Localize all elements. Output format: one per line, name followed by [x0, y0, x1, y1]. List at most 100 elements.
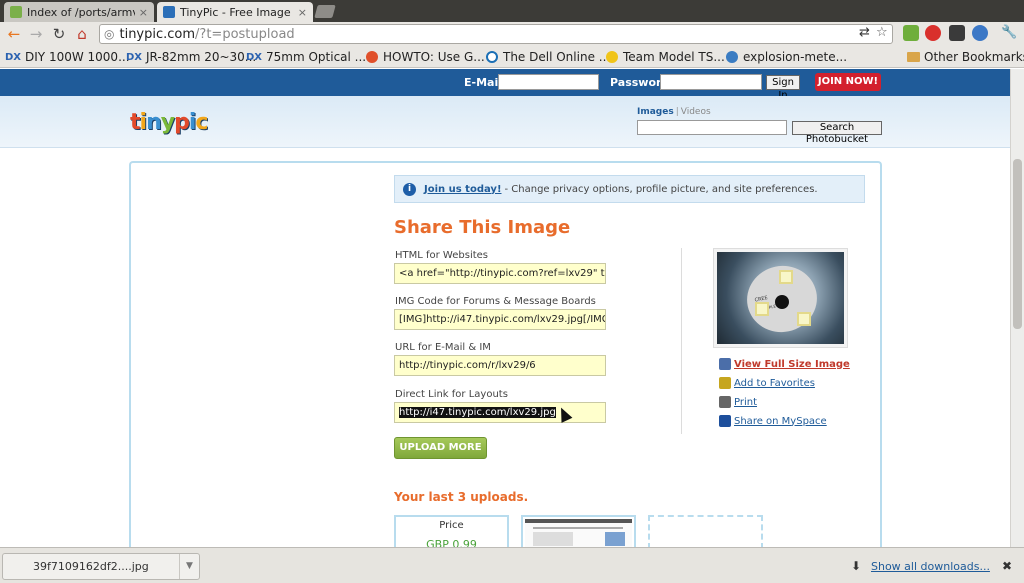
info-icon: i: [403, 182, 416, 196]
home-icon[interactable]: ⌂: [74, 26, 90, 42]
direct-link-label: Direct Link for Layouts: [395, 389, 508, 400]
vertical-divider: [681, 248, 682, 434]
tinypic-logo[interactable]: tinypic: [130, 110, 208, 135]
bookmark-label: The Dell Online ...: [503, 50, 611, 64]
email-field[interactable]: [498, 74, 599, 90]
printer-icon: [719, 396, 731, 408]
close-icon[interactable]: ✖: [1002, 559, 1012, 573]
view-full-size-link[interactable]: View Full Size Image: [734, 359, 850, 370]
html-code-field[interactable]: <a href="http://tinypic.com?ref=lxv29" t…: [394, 263, 606, 284]
direct-link-field[interactable]: http://i47.tinypic.com/lxv29.jpg: [394, 402, 606, 423]
upload-card[interactable]: Price GBP 0.99: [394, 515, 509, 551]
center-hole: [775, 295, 789, 309]
forward-arrow-icon[interactable]: →: [28, 26, 44, 42]
bookmark-label: explosion-mete...: [743, 50, 848, 64]
reload-icon[interactable]: ↻: [51, 26, 67, 42]
bookmark-item[interactable]: HOWTO: Use G...: [366, 50, 485, 64]
myspace-action[interactable]: Share on MySpace: [719, 415, 827, 427]
dell-icon: [486, 51, 498, 63]
upload-more-button[interactable]: UPLOAD MORE: [394, 437, 487, 459]
download-bar: 39f7109162df2....jpg ▼ ⬇ Show all downlo…: [0, 547, 1024, 583]
add-favorites-link[interactable]: Add to Favorites: [734, 378, 815, 389]
logo-text: tinypic: [130, 110, 208, 135]
new-tab-button[interactable]: [314, 5, 336, 18]
join-now-button[interactable]: JOIN NOW!: [815, 73, 881, 91]
other-bookmarks[interactable]: Other Bookmarks: [907, 50, 1024, 64]
extension-globe-icon[interactable]: [972, 25, 988, 41]
monitor-icon: [719, 358, 731, 370]
wrench-icon[interactable]: 🔧: [1001, 25, 1017, 40]
back-arrow-icon[interactable]: ←: [6, 26, 22, 42]
bookmark-item[interactable]: Team Model TS...: [606, 50, 725, 64]
url-host: tinypic.com: [119, 26, 196, 42]
bookmark-label: DIY 100W 1000...: [25, 50, 130, 64]
print-link[interactable]: Print: [734, 397, 757, 408]
tinypic-icon: [163, 6, 175, 18]
selected-text: http://i47.tinypic.com/lxv29.jpg: [399, 407, 556, 418]
star-icon: [719, 377, 731, 389]
folder-icon: [907, 52, 920, 62]
print-action[interactable]: Print: [719, 396, 757, 408]
view-full-size-action[interactable]: View Full Size Image: [719, 358, 850, 370]
tab-index-ports[interactable]: Index of /ports/armv7hl/d ×: [4, 2, 154, 22]
search-input[interactable]: [637, 120, 787, 135]
lightbulb-icon: [606, 51, 618, 63]
led-photo: CREE TRIPLE-LED: [717, 252, 844, 344]
bookmark-label: HOWTO: Use G...: [383, 50, 485, 64]
extension-dark-icon[interactable]: [949, 25, 965, 41]
dx-icon: DX: [246, 51, 263, 63]
site-header: tinypic Images | Videos Search Photobucket: [0, 96, 1010, 148]
empty-upload-slot: [648, 515, 763, 549]
tab-tinypic[interactable]: TinyPic - Free Image Hosti ×: [157, 2, 313, 22]
add-favorites-action[interactable]: Add to Favorites: [719, 377, 815, 389]
myspace-icon: [719, 415, 731, 427]
extension-red-icon[interactable]: [925, 25, 941, 41]
url-field[interactable]: http://tinypic.com/r/lxv29/6: [394, 355, 606, 376]
price-label: Price: [439, 520, 464, 531]
extension-green-icon[interactable]: [903, 25, 919, 41]
password-field[interactable]: [660, 74, 762, 90]
ubuntu-icon: [366, 51, 378, 63]
img-code-field[interactable]: [IMG]http://i47.tinypic.com/lxv29.jpg[/I…: [394, 309, 606, 330]
vertical-scrollbar[interactable]: [1010, 69, 1024, 547]
bookmark-item[interactable]: DX 75mm Optical ...: [246, 50, 366, 64]
bookmark-label: JR-82mm 20~30...: [146, 50, 257, 64]
sign-in-button[interactable]: Sign In: [766, 75, 800, 101]
address-bar[interactable]: ◎ tinypic.com /?t=postupload: [99, 24, 893, 44]
bookmarks-bar: DX DIY 100W 1000... DX JR-82mm 20~30... …: [0, 46, 1024, 68]
upload-card[interactable]: [521, 515, 636, 549]
url-path: /?t=postupload: [195, 26, 295, 42]
info-text: - Change privacy options, profile pictur…: [504, 183, 818, 195]
close-icon[interactable]: ×: [298, 6, 307, 19]
search-tab-images[interactable]: Images: [637, 107, 674, 117]
dx-icon: DX: [5, 51, 22, 63]
chevron-down-icon[interactable]: ▼: [179, 554, 199, 579]
search-photobucket-button[interactable]: Search Photobucket: [792, 121, 882, 145]
page-action-icon[interactable]: ⇄: [859, 25, 870, 40]
led-chip: [797, 312, 811, 326]
site-icon: [726, 51, 738, 63]
bookmark-item[interactable]: The Dell Online ...: [486, 50, 610, 64]
bookmark-item[interactable]: DX DIY 100W 1000...: [5, 50, 130, 64]
scrollbar-thumb[interactable]: [1013, 159, 1022, 329]
close-icon[interactable]: ×: [139, 6, 148, 19]
browser-toolbar: ← → ↻ ⌂ ◎ tinypic.com /?t=postupload ⇄ ☆…: [0, 22, 1024, 46]
search-tab-videos[interactable]: Videos: [681, 107, 711, 117]
dx-icon: DX: [126, 51, 143, 63]
share-myspace-link[interactable]: Share on MySpace: [734, 416, 827, 427]
img-code-label: IMG Code for Forums & Message Boards: [395, 296, 596, 307]
url-label: URL for E-Mail & IM: [395, 342, 491, 353]
download-arrow-icon: ⬇: [850, 559, 861, 573]
bookmark-item[interactable]: explosion-mete...: [726, 50, 847, 64]
page-icon: [10, 6, 22, 18]
join-us-link[interactable]: Join us today!: [424, 184, 502, 195]
bookmark-item[interactable]: DX JR-82mm 20~30...: [126, 50, 256, 64]
search-tabs: Images | Videos: [637, 107, 711, 117]
screenshot-thumbnail: [525, 519, 632, 549]
image-thumbnail[interactable]: CREE TRIPLE-LED: [713, 248, 848, 348]
show-all-downloads-link[interactable]: Show all downloads...: [871, 560, 990, 573]
led-chip: [755, 302, 769, 316]
other-bookmarks-label: Other Bookmarks: [924, 50, 1024, 64]
download-item[interactable]: 39f7109162df2....jpg ▼: [2, 553, 200, 580]
bookmark-star-icon[interactable]: ☆: [876, 25, 888, 40]
